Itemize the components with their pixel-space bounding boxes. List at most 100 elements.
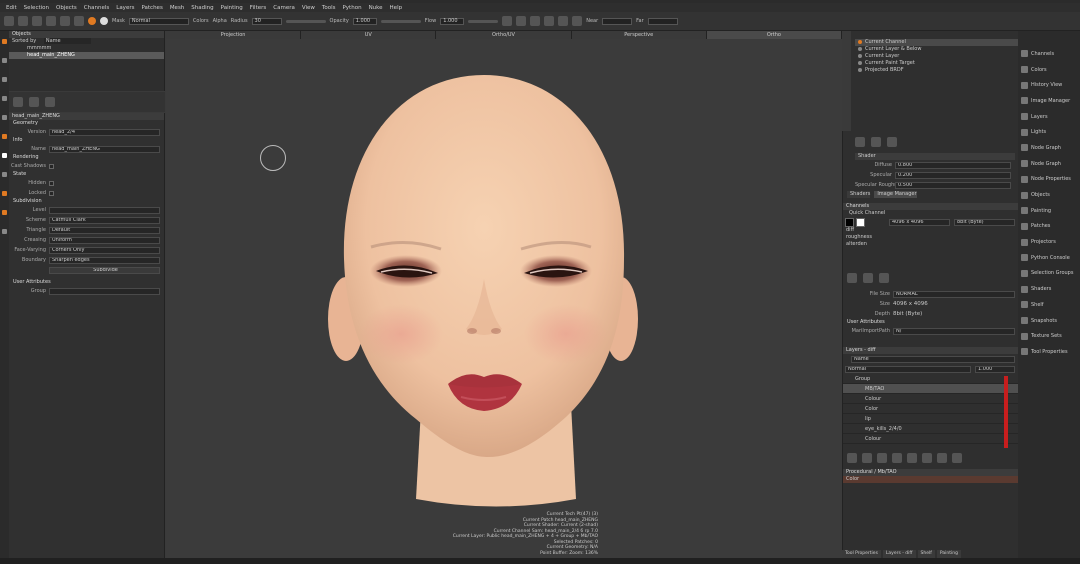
- opacity-slider[interactable]: [380, 19, 421, 23]
- palette-shaders[interactable]: Shaders: [1018, 281, 1080, 297]
- merge-layer-icon[interactable]: [922, 453, 932, 463]
- menu-python[interactable]: Python: [342, 5, 361, 11]
- add-group-icon[interactable]: [892, 453, 902, 463]
- view-icon[interactable]: [502, 16, 513, 26]
- boundary-select[interactable]: Sharpen edges: [49, 256, 160, 264]
- tab-layers[interactable]: Layers - diff: [882, 550, 916, 558]
- section-user-attributes[interactable]: User Attributes: [9, 279, 164, 286]
- add-channel-icon[interactable]: [847, 273, 857, 283]
- palette-python-console[interactable]: Python Console: [1018, 250, 1080, 266]
- roughness-field[interactable]: 0.500: [895, 181, 1011, 189]
- remove-object-icon[interactable]: [29, 97, 39, 107]
- shader-item[interactable]: Current Paint Target: [855, 60, 1018, 67]
- clone-tool-icon[interactable]: [2, 191, 7, 196]
- foreground-color-icon[interactable]: [2, 153, 7, 158]
- menu-filters[interactable]: Filters: [250, 5, 267, 11]
- menu-objects[interactable]: Objects: [56, 5, 77, 11]
- palette-snapshots[interactable]: Snapshots: [1018, 313, 1080, 329]
- shader-item[interactable]: Current Channel: [855, 39, 1018, 46]
- cast-shadows-checkbox[interactable]: [49, 163, 54, 169]
- light-icon[interactable]: [544, 16, 555, 26]
- creasing-select[interactable]: Uniform: [49, 236, 160, 244]
- channel-item[interactable]: diff: [843, 227, 1019, 234]
- layer-row[interactable]: lip: [843, 414, 1019, 424]
- shader-item[interactable]: Current Layer: [855, 53, 1018, 60]
- channel-settings-icon[interactable]: [863, 273, 873, 283]
- menu-painting[interactable]: Painting: [221, 5, 243, 11]
- palette-patches[interactable]: Patches: [1018, 219, 1080, 235]
- near-field[interactable]: [602, 17, 633, 25]
- duplicate-layer-icon[interactable]: [937, 453, 947, 463]
- delete-layer-icon[interactable]: [952, 453, 962, 463]
- palette-lights[interactable]: Lights: [1018, 124, 1080, 140]
- undo-icon[interactable]: [60, 16, 70, 26]
- radius-slider[interactable]: [285, 19, 326, 23]
- locked-checkbox[interactable]: [49, 190, 54, 196]
- new-file-icon[interactable]: [4, 16, 14, 26]
- far-field[interactable]: [647, 17, 678, 25]
- object-item[interactable]: head_main_ZHENG: [9, 52, 164, 59]
- palette-shelf[interactable]: Shelf: [1018, 297, 1080, 313]
- brush-dot-icon[interactable]: [100, 17, 108, 25]
- menu-edit[interactable]: Edit: [6, 5, 17, 11]
- triangle-select[interactable]: Default: [49, 226, 160, 234]
- menu-selection[interactable]: Selection: [24, 5, 49, 11]
- channel-size-select[interactable]: 4096 x 4096: [889, 218, 950, 226]
- tab-image-manager[interactable]: Image Manager: [874, 191, 917, 198]
- tab-shelf[interactable]: Shelf: [917, 550, 935, 558]
- palette-node-graph-2[interactable]: Node Graph: [1018, 156, 1080, 172]
- layer-row[interactable]: Colour: [843, 434, 1019, 444]
- layer-opacity-field[interactable]: 1.000: [975, 365, 1015, 373]
- paint-brush-icon[interactable]: [88, 17, 96, 25]
- save-file-icon[interactable]: [32, 16, 42, 26]
- add-procedural-icon[interactable]: [877, 453, 887, 463]
- blend-mode-select[interactable]: Normal: [845, 365, 971, 373]
- layer-row[interactable]: MB/TAO: [843, 384, 1019, 394]
- menu-patches[interactable]: Patches: [141, 5, 162, 11]
- version-select[interactable]: head_2/4: [49, 128, 160, 136]
- mari-import-field[interactable]: N/: [893, 327, 1015, 335]
- mask-select[interactable]: Normal: [128, 17, 189, 25]
- radius-field[interactable]: 30: [251, 17, 282, 25]
- add-object-icon[interactable]: [13, 97, 23, 107]
- subdivide-button[interactable]: Subdivide: [49, 266, 160, 274]
- sortby-select[interactable]: Name: [43, 38, 91, 44]
- menu-mesh[interactable]: Mesh: [170, 5, 184, 11]
- paint-tool-icon[interactable]: [2, 39, 7, 44]
- layer-row[interactable]: Colour: [843, 394, 1019, 404]
- remove-channel-icon[interactable]: [879, 273, 889, 283]
- flow-field[interactable]: 1.000: [440, 17, 465, 25]
- channel-depth-select[interactable]: 8bit (Byte): [954, 218, 1015, 226]
- open-file-icon[interactable]: [18, 16, 28, 26]
- color-swatch-white[interactable]: [856, 217, 865, 227]
- filesize-select[interactable]: NORMAL: [893, 290, 1015, 298]
- smear-tool-icon[interactable]: [2, 210, 7, 215]
- menu-layers[interactable]: Layers: [116, 5, 134, 11]
- menu-shading[interactable]: Shading: [191, 5, 213, 11]
- tab-ortho-uv[interactable]: Ortho/UV: [436, 31, 572, 39]
- add-shader-icon[interactable]: [855, 137, 865, 147]
- object-item[interactable]: mmmmm: [9, 45, 164, 52]
- channel-item[interactable]: alterden: [843, 241, 1019, 248]
- rotate-tool-icon[interactable]: [2, 96, 7, 101]
- menu-camera[interactable]: Camera: [273, 5, 295, 11]
- shaders-side-tab[interactable]: [842, 31, 851, 131]
- layer-row[interactable]: Group: [843, 374, 1019, 384]
- facevarying-select[interactable]: Corners Only: [49, 246, 160, 254]
- palette-node-properties[interactable]: Node Properties: [1018, 172, 1080, 188]
- hidden-checkbox[interactable]: [49, 180, 54, 186]
- section-rendering[interactable]: Rendering: [9, 154, 164, 161]
- level-slider[interactable]: [49, 206, 160, 214]
- palette-history[interactable]: History View: [1018, 77, 1080, 93]
- palette-projectors[interactable]: Projectors: [1018, 234, 1080, 250]
- palette-channels[interactable]: Channels: [1018, 46, 1080, 62]
- diffuse-field[interactable]: 0.800: [895, 161, 1011, 169]
- wireframe-icon[interactable]: [558, 16, 569, 26]
- channel-item[interactable]: roughness: [843, 234, 1019, 241]
- menu-tools[interactable]: Tools: [322, 5, 336, 11]
- color-swatch-black[interactable]: [845, 217, 854, 227]
- palette-painting[interactable]: Painting: [1018, 203, 1080, 219]
- layer-row[interactable]: eye_kills_2/4/0: [843, 424, 1019, 434]
- palette-selection-groups[interactable]: Selection Groups: [1018, 266, 1080, 282]
- section-geometry[interactable]: Geometry: [9, 120, 164, 127]
